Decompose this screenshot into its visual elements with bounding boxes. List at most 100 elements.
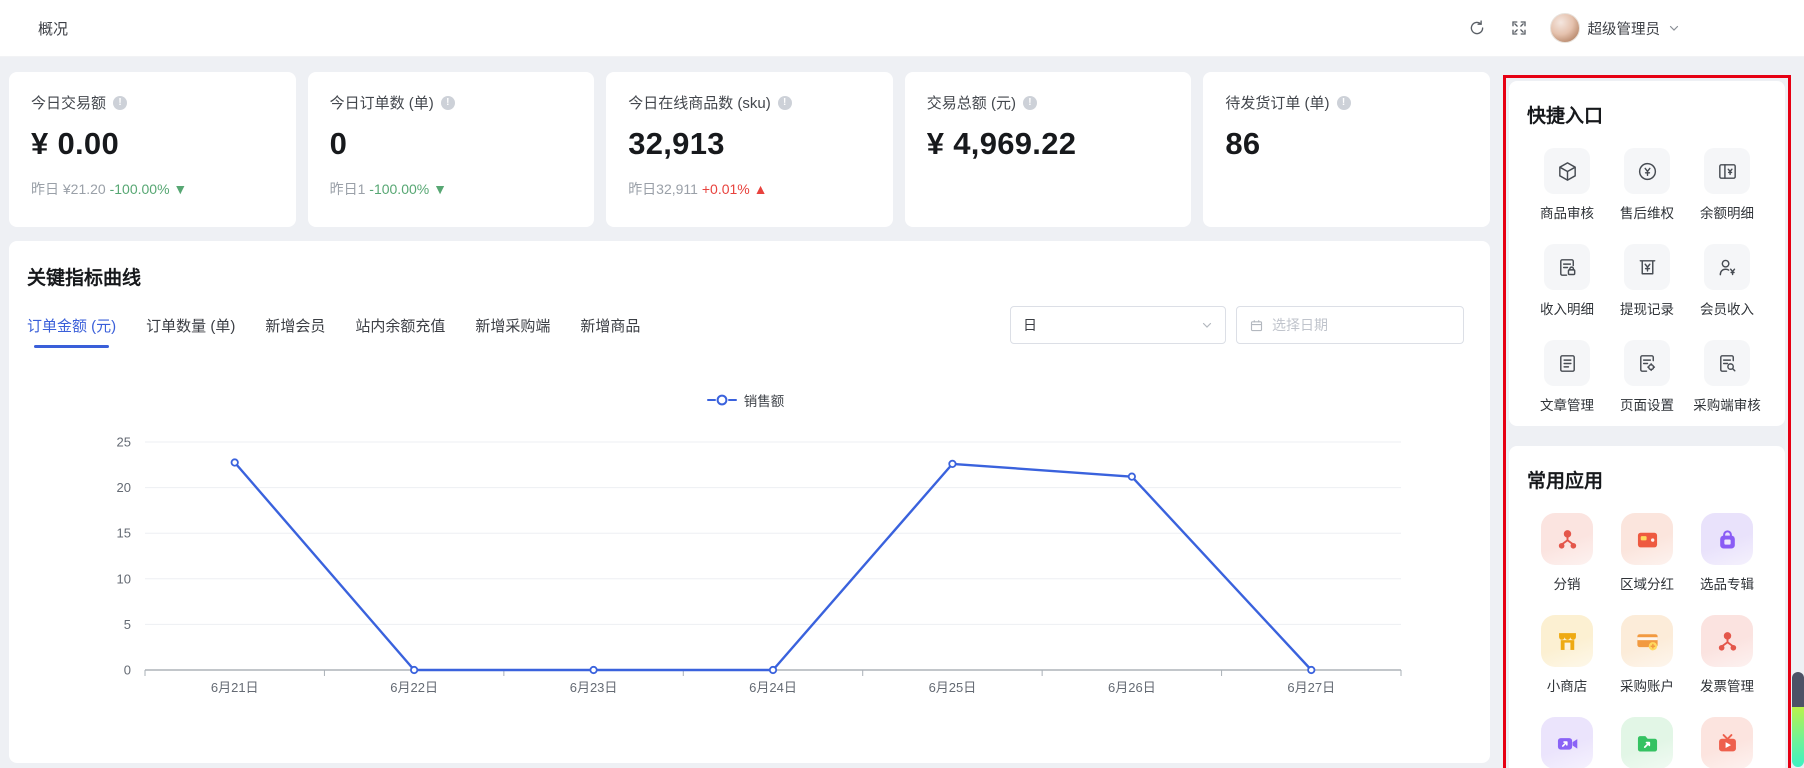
quick-entry-label: 文章管理 [1540,394,1594,414]
stat-yesterday-value: 昨日32,911 [628,181,698,197]
legend-item-sales[interactable]: 销售额 [707,390,785,410]
section-title-common-apps: 常用应用 [1527,466,1767,493]
cube-icon [1544,148,1590,194]
scrollbar-thumb[interactable] [1792,672,1804,767]
stat-yesterday-value: 昨日1 [330,181,366,197]
scrollbar-thumb-green [1792,707,1804,767]
svg-text:0: 0 [124,663,131,678]
doc-search-icon [1704,340,1750,386]
app-label: 小商店 [1547,675,1588,695]
stat-value: 0 [330,126,573,162]
stat-value: ¥ 0.00 [31,126,274,162]
app-item[interactable]: 区域分红 [1620,513,1674,593]
tab-新增会员[interactable]: 新增会员 [265,315,325,348]
stat-yesterday: 昨日32,911 +0.01% ▲ [628,179,871,199]
quick-entry-item[interactable]: 采购端审核 [1693,340,1761,414]
info-icon[interactable]: ! [1337,96,1351,110]
info-icon[interactable]: ! [778,96,792,110]
app-label: 分销 [1554,573,1581,593]
app-item[interactable]: 小商店 [1541,615,1593,695]
svg-text:6月25日: 6月25日 [929,680,977,695]
stat-change-down: -100.00% ▼ [369,181,447,197]
avatar [1550,13,1580,43]
quick-entry-label: 采购端审核 [1693,394,1761,414]
calendar-icon [1249,318,1264,333]
quick-entry-label: 页面设置 [1620,394,1674,414]
stat-label: 今日在线商品数 (sku) [628,92,771,113]
scrollbar-thumb-dark [1792,672,1804,707]
date-picker[interactable]: 选择日期 [1236,306,1464,344]
quick-entry-item[interactable]: 页面设置 [1620,340,1674,414]
bag-icon [1701,513,1753,565]
stat-card: 待发货订单 (单)! 86 [1203,72,1490,227]
info-icon[interactable]: ! [441,96,455,110]
quick-entry-label: 售后维权 [1620,202,1674,222]
withdraw-box-icon [1624,244,1670,290]
sales-line-chart: 05101520256月21日6月22日6月23日6月24日6月25日6月26日… [27,418,1464,713]
app-item[interactable]: 采购账户 [1620,615,1674,695]
info-icon[interactable]: ! [1023,96,1037,110]
page-gear-icon [1624,340,1670,386]
svg-text:6月21日: 6月21日 [211,680,259,695]
stat-yesterday: 昨日1 -100.00% ▼ [330,179,573,199]
svg-text:6月23日: 6月23日 [570,680,618,695]
quick-entry-item[interactable]: 收入明细 [1540,244,1594,318]
section-title-quick-entry: 快捷入口 [1527,101,1767,128]
stat-label: 待发货订单 (单) [1225,92,1329,113]
quick-entry-item[interactable]: 文章管理 [1540,340,1594,414]
tab-新增商品[interactable]: 新增商品 [580,315,640,348]
quick-entry-item[interactable]: 提现记录 [1620,244,1674,318]
app-item[interactable]: 素材 [1621,717,1673,768]
quick-entry-item[interactable]: 商品审核 [1540,148,1594,222]
quick-entry-item[interactable]: 售后维权 [1620,148,1674,222]
stat-value: 86 [1225,126,1468,162]
app-label: 区域分红 [1620,573,1674,593]
right-sidebar: 快捷入口 商品审核 售后维权 余额明细收入明细提现记录 会员收入文章管理 页面设置采购端… [1503,66,1791,768]
tab-新增采购端[interactable]: 新增采购端 [475,315,550,348]
quick-entry-item[interactable]: 余额明细 [1700,148,1754,222]
stat-label: 今日订单数 (单) [330,92,434,113]
stat-value: 32,913 [628,126,871,162]
common-apps-card: 常用应用 分销 区域分红 选品专辑小商店 采购账户 发票管理短视频素材共享直播 [1509,446,1785,768]
app-label: 发票管理 [1700,675,1754,695]
svg-text:10: 10 [117,571,131,586]
stat-value: ¥ 4,969.22 [927,126,1170,162]
quick-entry-grid: 商品审核 售后维权 余额明细收入明细提现记录 会员收入文章管理 页面设置采购端审核 [1527,148,1767,414]
refresh-icon[interactable] [1466,17,1488,39]
stat-change-down: -100.00% ▼ [110,181,188,197]
svg-text:20: 20 [117,480,131,495]
stat-label: 交易总额 (元) [927,92,1016,113]
quick-entry-label: 提现记录 [1620,298,1674,318]
app-item[interactable]: 分销 [1541,513,1593,593]
share-network-icon [1541,513,1593,565]
wallet-icon [1621,513,1673,565]
quick-entry-label: 商品审核 [1540,202,1594,222]
folder-icon [1621,717,1673,768]
tab-订单数量单[interactable]: 订单数量 (单) [146,315,235,348]
card-icon [1621,615,1673,667]
svg-text:6月26日: 6月26日 [1108,680,1156,695]
stat-yesterday-value: 昨日 ¥21.20 [31,181,106,197]
stat-label: 今日交易额 [31,92,106,113]
article-doc-icon [1544,340,1590,386]
video-icon [1541,717,1593,768]
quick-entry-label: 余额明细 [1700,202,1754,222]
app-item[interactable]: 共享直播 [1700,717,1754,768]
app-item[interactable]: 选品专辑 [1700,513,1754,593]
key-metrics-card: 关键指标曲线 订单金额 (元)订单数量 (单)新增会员站内余额充值新增采购端新增… [9,241,1490,763]
app-item[interactable]: 发票管理 [1700,615,1754,695]
quick-entry-item[interactable]: 会员收入 [1700,244,1754,318]
tab-站内余额充值[interactable]: 站内余额充值 [355,315,445,348]
info-icon[interactable]: ! [113,96,127,110]
common-apps-grid: 分销 区域分红 选品专辑小商店 采购账户 发票管理短视频素材共享直播 [1527,513,1767,768]
app-label: 采购账户 [1620,675,1674,695]
annotation-frame: 快捷入口 商品审核 售后维权 余额明细收入明细提现记录 会员收入文章管理 页面设置采购端… [1503,75,1791,768]
app-item[interactable]: 短视频 [1541,717,1593,768]
income-doc-lock-icon [1544,244,1590,290]
user-menu[interactable]: 超级管理员 [1550,13,1681,43]
quick-entry-card: 快捷入口 商品审核 售后维权 余额明细收入明细提现记录 会员收入文章管理 页面设置采购端… [1509,81,1785,426]
refund-circle-icon [1624,148,1670,194]
tab-active-订单金额元[interactable]: 订单金额 (元) [27,315,116,348]
period-select[interactable]: 日 [1010,306,1226,344]
fullscreen-icon[interactable] [1508,17,1530,39]
